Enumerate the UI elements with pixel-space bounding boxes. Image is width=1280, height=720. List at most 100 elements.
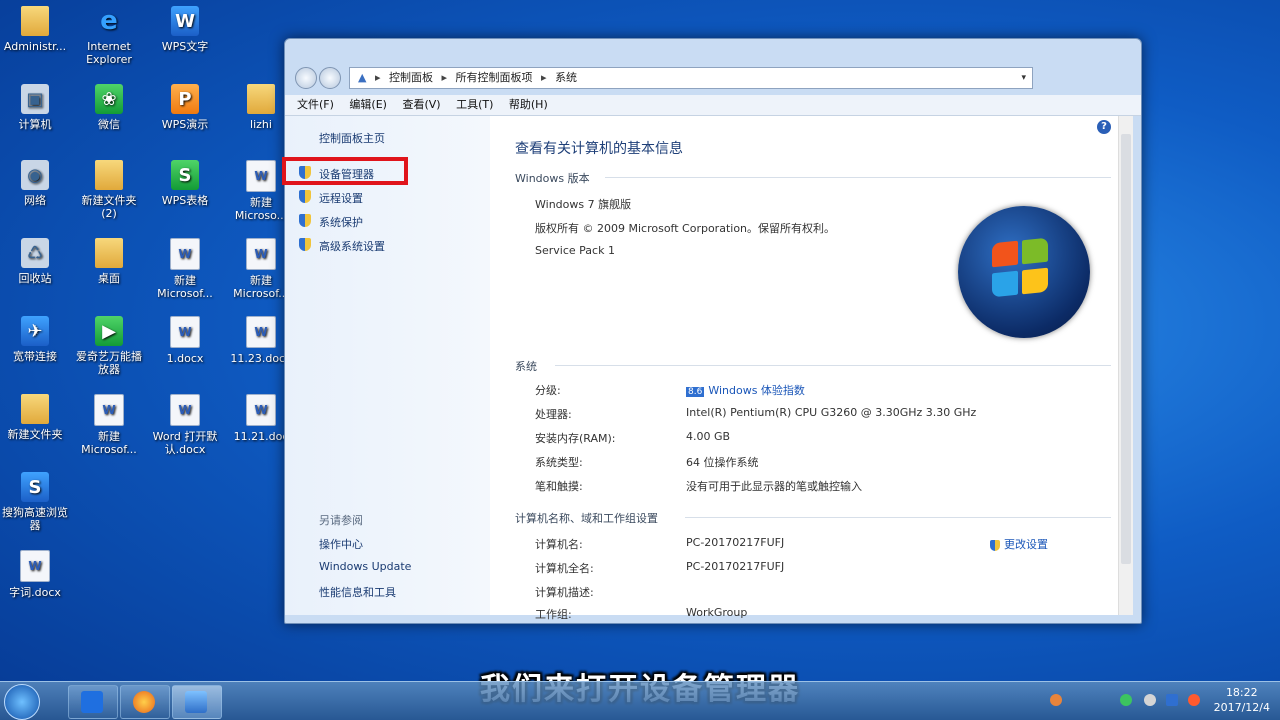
control-panel-icon xyxy=(185,691,207,713)
windows-logo xyxy=(958,206,1090,338)
workgroup-value: WorkGroup xyxy=(686,606,748,619)
clock-time: 18:22 xyxy=(1225,686,1258,699)
desktop-icon-wechat[interactable]: ❀ 微信 xyxy=(74,84,144,131)
desktop-icon-1-docx[interactable]: W 1.docx xyxy=(150,316,220,365)
pen-touch-value: 没有可用于此显示器的笔或触控输入 xyxy=(686,480,862,493)
desktop-icon-label: 新建 Microsof... xyxy=(157,274,213,300)
edition-section-heading: Windows 版本 xyxy=(515,170,1111,186)
wps-icon xyxy=(81,691,103,713)
breadcrumb-all-items[interactable]: 所有控制面板项 xyxy=(456,71,533,84)
system-section-heading: 系统 xyxy=(515,358,1111,374)
desktop-icon-label: Word 打开默认.docx xyxy=(152,430,218,456)
system-window: ▲ ▸ 控制面板 ▸ 所有控制面板项 ▸ 系统 ▾ 文件(F) 编辑(E) 查看… xyxy=(282,38,1142,624)
sogou-browser-icon: S xyxy=(21,472,49,502)
wechat-icon: ❀ xyxy=(95,84,123,114)
action-center-link[interactable]: 操作中心 xyxy=(319,536,363,552)
back-button[interactable] xyxy=(295,67,317,89)
word-document-icon: W xyxy=(170,394,200,426)
breadcrumb-control-panel[interactable]: 控制面板 xyxy=(389,71,433,84)
desktop-icon-wps-spreadsheet[interactable]: S WPS表格 xyxy=(150,160,220,207)
folder-icon xyxy=(247,84,275,114)
word-document-icon: W xyxy=(246,316,276,348)
desktop-icon-label: 网络 xyxy=(24,194,46,207)
tray-network-icon[interactable] xyxy=(1144,694,1156,706)
system-type-label: 系统类型: xyxy=(535,456,583,469)
desktop-icon-internet-explorer[interactable]: e Internet Explorer xyxy=(74,5,144,67)
desktop-icon-word-default-docx[interactable]: W Word 打开默认.docx xyxy=(150,394,220,456)
menu-edit[interactable]: 编辑(E) xyxy=(349,98,387,111)
wps-writer-icon: W xyxy=(171,6,199,36)
desktop-icon-label: WPS演示 xyxy=(161,118,209,131)
computer-name-value: PC-20170217FUFJ xyxy=(686,536,785,549)
wps-presentation-icon: P xyxy=(171,84,199,114)
taskbar-control-panel-button[interactable] xyxy=(172,685,222,719)
menu-tools[interactable]: 工具(T) xyxy=(456,98,493,111)
remote-settings-link[interactable]: 远程设置 xyxy=(299,190,363,206)
full-computer-name-value: PC-20170217FUFJ xyxy=(686,560,785,573)
address-dropdown-icon[interactable]: ▾ xyxy=(1021,68,1026,88)
scrollbar-thumb[interactable] xyxy=(1121,134,1131,564)
desktop-icon-wps-writer[interactable]: W WPS文字 xyxy=(150,6,220,53)
desktop-icon-label: 桌面 xyxy=(98,272,120,285)
advanced-settings-label: 高级系统设置 xyxy=(319,240,385,253)
desktop-icon-computer[interactable]: ▣ 计算机 xyxy=(0,84,70,131)
tray-app-icon[interactable] xyxy=(1050,694,1062,706)
internet-explorer-icon: e xyxy=(100,5,118,36)
menu-file[interactable]: 文件(F) xyxy=(297,98,334,111)
help-icon[interactable]: ? xyxy=(1097,120,1111,134)
desktop-icon-recycle-bin[interactable]: ♺ 回收站 xyxy=(0,238,70,285)
desktop-icon-broadband[interactable]: ✈ 宽带连接 xyxy=(0,316,70,363)
desktop-icon-word-docx[interactable]: W 字词.docx xyxy=(0,550,70,599)
word-document-icon: W xyxy=(246,238,276,270)
word-document-icon: W xyxy=(246,160,276,192)
start-button[interactable] xyxy=(4,684,40,720)
tray-security-icon[interactable] xyxy=(1166,694,1178,706)
computer-icon: ▣ xyxy=(21,84,49,114)
address-field[interactable]: ▲ ▸ 控制面板 ▸ 所有控制面板项 ▸ 系统 ▾ xyxy=(349,67,1033,89)
windows-update-link[interactable]: Windows Update xyxy=(319,560,411,573)
desktop-icon-new-word-doc-4[interactable]: W 新建 Microsof... xyxy=(74,394,144,456)
clock-date: 2017/12/4 xyxy=(1213,701,1270,714)
desktop-icon-new-word-doc-2[interactable]: W 新建 Microsof... xyxy=(150,238,220,300)
desktop-icon-network[interactable]: ◉ 网络 xyxy=(0,160,70,207)
desktop-icon-sogou-browser[interactable]: S 搜狗高速浏览器 xyxy=(0,472,70,532)
desktop-icon-label: 字词.docx xyxy=(9,586,61,599)
rating-value[interactable]: 8.6 Windows 体验指数 xyxy=(686,382,805,398)
menu-view[interactable]: 查看(V) xyxy=(402,98,440,111)
vertical-scrollbar[interactable] xyxy=(1118,116,1133,615)
advanced-settings-link[interactable]: 高级系统设置 xyxy=(299,238,385,254)
shield-icon xyxy=(990,539,1000,551)
taskbar-firefox-button[interactable] xyxy=(120,685,170,719)
service-pack: Service Pack 1 xyxy=(535,244,615,257)
taskbar: 18:22 2017/12/4 xyxy=(0,681,1280,720)
menu-help[interactable]: 帮助(H) xyxy=(509,98,548,111)
desktop-icon-desktop-folder[interactable]: 桌面 xyxy=(74,238,144,285)
change-settings-link[interactable]: 更改设置 xyxy=(990,536,1048,552)
desktop-icon-new-folder[interactable]: 新建文件夹 xyxy=(0,394,70,441)
processor-value: Intel(R) Pentium(R) CPU G3260 @ 3.30GHz … xyxy=(686,406,977,419)
taskbar-wps-button[interactable] xyxy=(68,685,118,719)
word-document-icon: W xyxy=(246,394,276,426)
system-protection-link[interactable]: 系统保护 xyxy=(299,214,363,230)
desktop-icon-label: 11.23.docx xyxy=(230,352,292,365)
desktop-icon-label: 新建 Microsof... xyxy=(81,430,137,456)
desktop-icon-label: 新建 Microsof... xyxy=(233,274,289,300)
tray-wechat-icon[interactable] xyxy=(1120,694,1132,706)
desktop-icon-admin-folder[interactable]: Administr... xyxy=(0,6,70,53)
control-panel-home-link[interactable]: 控制面板主页 xyxy=(319,130,385,146)
forward-button[interactable] xyxy=(319,67,341,89)
desktop-icon-label: 爱奇艺万能播放器 xyxy=(76,350,142,376)
desktop-icon-new-folder-2[interactable]: 新建文件夹 (2) xyxy=(74,160,144,220)
network-icon: ◉ xyxy=(21,160,49,190)
desktop-icon-iqiyi-player[interactable]: ▶ 爱奇艺万能播放器 xyxy=(74,316,144,376)
tray-volume-icon[interactable] xyxy=(1188,694,1200,706)
shield-icon xyxy=(299,238,311,251)
computer-name-label: 计算机名: xyxy=(535,538,583,551)
performance-tools-link[interactable]: 性能信息和工具 xyxy=(319,584,396,600)
clock[interactable]: 18:22 2017/12/4 xyxy=(1214,685,1270,715)
word-document-icon: W xyxy=(170,238,200,270)
rating-label: 分级: xyxy=(535,384,561,397)
breadcrumb-system[interactable]: 系统 xyxy=(555,71,577,84)
desktop-icon-wps-presentation[interactable]: P WPS演示 xyxy=(150,84,220,131)
shield-icon xyxy=(299,214,311,227)
